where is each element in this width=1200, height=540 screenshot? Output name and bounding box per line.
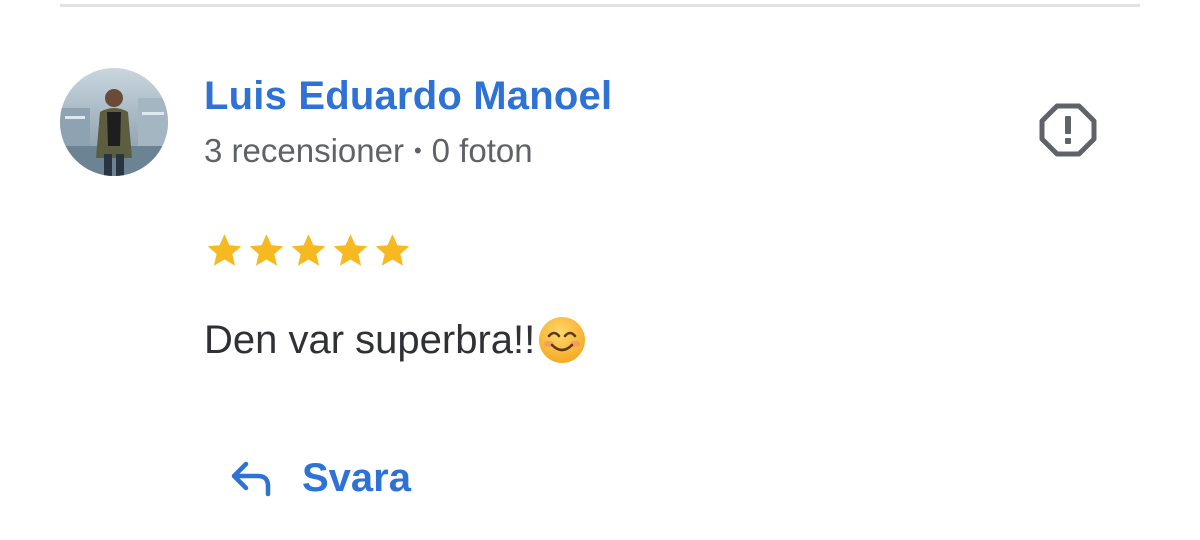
reviewer-avatar[interactable] (60, 68, 168, 176)
reply-arrow-icon (231, 461, 271, 497)
reply-button[interactable]: Svara (228, 450, 411, 506)
review-card: Luis Eduardo Manoel 3 recensioner • 0 foto… (0, 0, 1200, 540)
star-icon (207, 234, 242, 266)
reviewer-name[interactable]: Luis Eduardo Manoel (204, 70, 612, 122)
report-octagon-icon (1039, 103, 1097, 157)
photos-count: 0 foton (431, 132, 533, 169)
star-icon (291, 234, 326, 266)
review-text: Den var superbra!! (204, 312, 587, 368)
report-button[interactable] (1038, 100, 1098, 160)
reply-label: Svara (302, 456, 411, 500)
star-icon (375, 234, 410, 266)
star-icon (249, 234, 284, 266)
review-text-content: Den var superbra!! (204, 318, 536, 362)
top-divider (60, 4, 1140, 7)
star-icon (333, 234, 368, 266)
smiling-face-emoji-icon (539, 317, 586, 363)
meta-separator: • (413, 138, 422, 163)
reviewer-meta: 3 recensioner • 0 foton (204, 129, 533, 177)
star-rating (204, 230, 413, 274)
avatar-photo-icon (60, 68, 168, 176)
reviews-count: 3 recensioner (204, 132, 404, 169)
